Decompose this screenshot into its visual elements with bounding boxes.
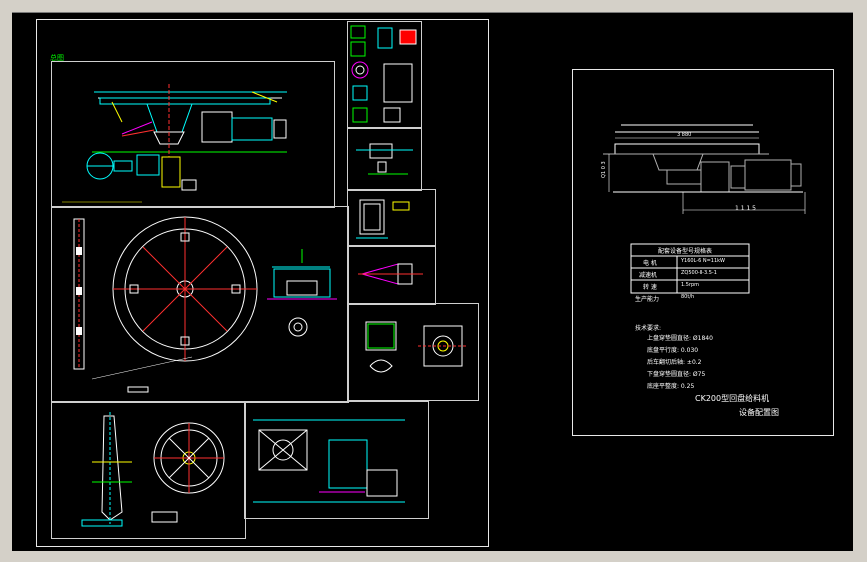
panel-assembly-elevation [51, 61, 335, 208]
detail-b-drawing [356, 199, 410, 239]
drawing-subtitle: 设备配置图 [739, 408, 779, 417]
panel-detail-c [347, 245, 436, 305]
panel-detail-small-icons [347, 21, 422, 129]
spec-row-label: 转 速 [643, 284, 657, 291]
notes-line: 上盘穿垫圆直径: Ø1840 [647, 335, 713, 342]
wheel-section-drawing [81, 412, 225, 527]
spec-row-label: 电 机 [643, 260, 657, 267]
dim-base-length: 1 1 1 5 [735, 205, 756, 212]
base-plan-drawing [253, 419, 405, 503]
panel-detail-d [347, 303, 479, 401]
panel-turntable-plan [51, 206, 349, 403]
detail-d-drawing [365, 321, 468, 373]
dim-overall-width: 3 880 [677, 132, 692, 138]
notes-line: 底盘平行度: 0.030 [647, 347, 699, 354]
notes-title: 技术要求: [635, 325, 662, 332]
spec-row-label: 减速机 [639, 272, 658, 279]
small-detail-drawing [350, 25, 417, 123]
spec-row-value: Y160L-6 N=11kW [681, 258, 726, 264]
dim-height: Q1 0 3 [601, 161, 607, 178]
spec-row-value: 80t/h [681, 294, 695, 300]
detail-c-drawing [358, 263, 423, 285]
notes-line: 下盘穿垫圆直径: Ø75 [647, 371, 706, 378]
right-drawing-sheet: 3 880 Q1 0 3 1 1 1 5 配套设备型号规格表 电 机 Y160L… [572, 69, 834, 436]
panel-base-plan [244, 401, 429, 519]
drawing-title: CK200型回盘给料机 [695, 394, 770, 403]
cad-canvas: 总图 3 880 Q1 0 3 1 1 1 5 配套设备型号规格表 电 机 Y1… [12, 12, 853, 551]
panel-detail-b [347, 189, 436, 247]
spec-row-value: ZQ500-Ⅱ-3.5-1 [681, 270, 717, 276]
spec-row-value: 1.5rpm [681, 282, 700, 288]
turntable-plan-drawing [73, 216, 337, 393]
panel-detail-a [347, 127, 422, 191]
detail-a-drawing [356, 143, 413, 175]
notes-line: 后车翻切后轴: ±0.2 [647, 359, 702, 366]
spec-row-label: 生产能力 [635, 296, 660, 303]
notes-line: 底座平整度: 0.25 [647, 383, 695, 390]
assembly-elevation-drawing [62, 84, 287, 203]
panel-wheel-section [51, 401, 246, 539]
spec-table-title: 配套设备型号规格表 [658, 248, 713, 255]
